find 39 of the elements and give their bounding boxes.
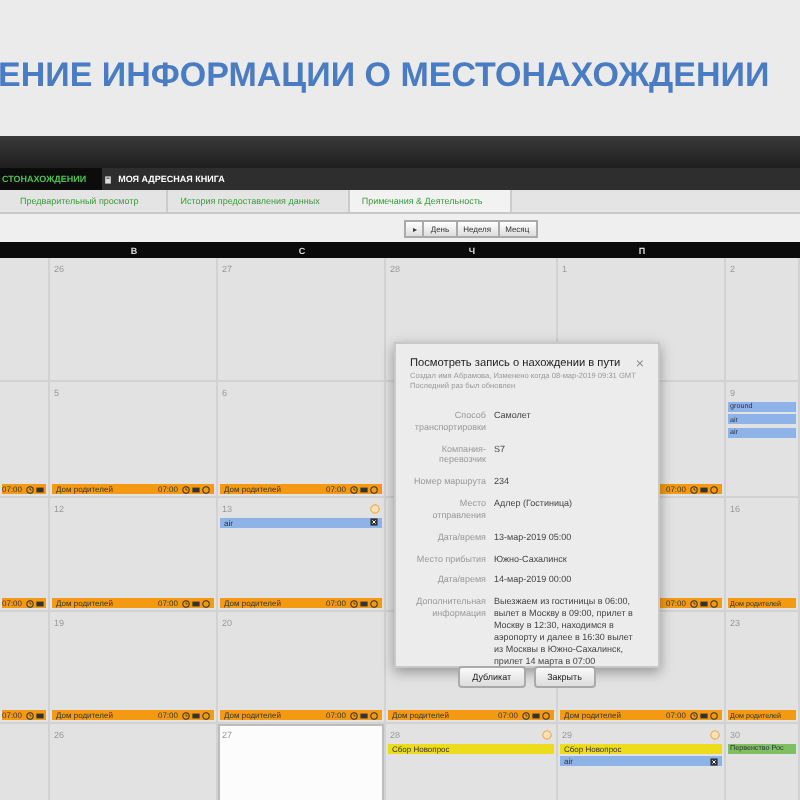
tag-icon [700, 485, 708, 493]
clock-icon [690, 599, 698, 607]
tag-icon [700, 711, 708, 719]
ring-icon [542, 711, 550, 719]
day-cell[interactable] [0, 258, 50, 382]
slide-title: ЕНИЕ ИНФОРМАЦИИ О МЕСТОНАХОЖДЕНИИ [0, 56, 770, 96]
tag-icon [36, 599, 45, 607]
clock-icon [690, 711, 698, 719]
ring-icon [370, 485, 378, 493]
clock-icon [350, 485, 358, 493]
ring-icon [710, 485, 718, 493]
clock-icon [182, 599, 190, 607]
ring-icon [202, 711, 210, 719]
clock-icon [350, 599, 358, 607]
tag-icon [192, 485, 200, 493]
clock-icon [690, 485, 698, 493]
tag-icon [360, 485, 368, 493]
tag-icon [192, 711, 200, 719]
clock-icon [26, 485, 35, 493]
clock-icon [26, 599, 35, 607]
tag-icon [192, 599, 200, 607]
tag-icon [36, 485, 45, 493]
book-icon [104, 175, 113, 183]
clock-icon [182, 711, 190, 719]
clock-icon [350, 711, 358, 719]
tag-icon [360, 599, 368, 607]
ring-icon [202, 485, 210, 493]
tag-icon [532, 711, 540, 719]
ring-icon [710, 599, 718, 607]
ring-icon [710, 711, 718, 719]
ring-icon [370, 711, 378, 719]
tag-icon [360, 711, 368, 719]
ring-icon [202, 599, 210, 607]
tag-icon [700, 599, 708, 607]
clock-icon [522, 711, 530, 719]
clock-icon [26, 711, 35, 719]
ring-icon [370, 599, 378, 607]
tag-icon [36, 711, 45, 719]
clock-icon [182, 485, 190, 493]
